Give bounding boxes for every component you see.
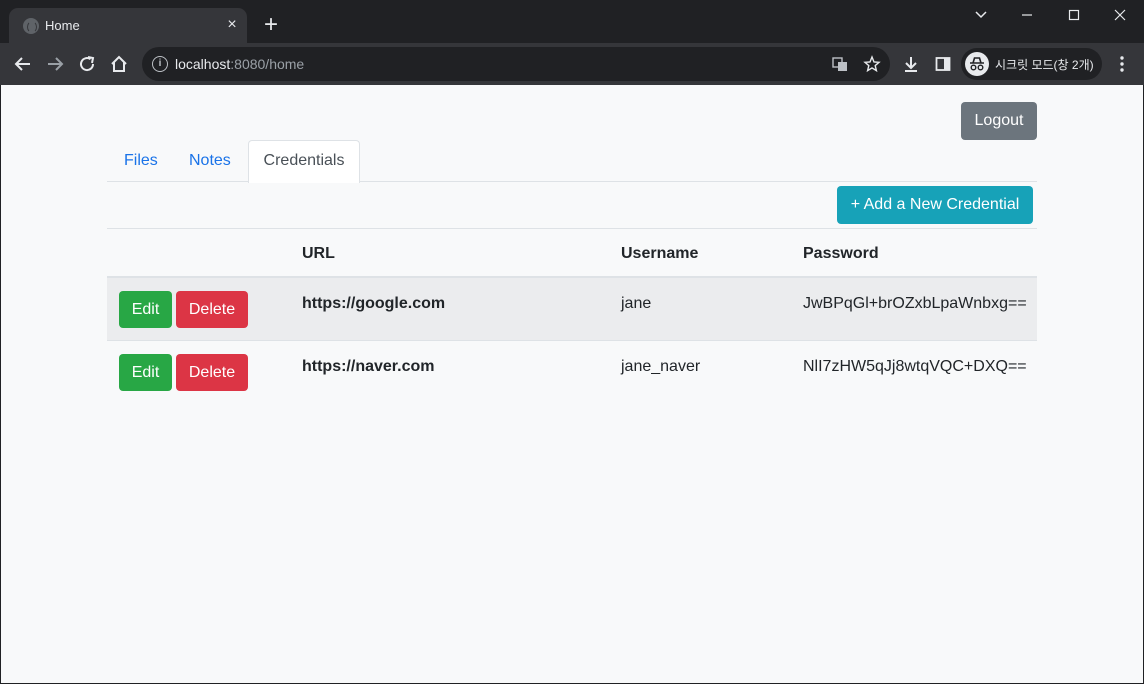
header-password: Password — [803, 245, 879, 262]
download-icon[interactable] — [897, 50, 925, 78]
bookmark-star-icon[interactable] — [863, 55, 881, 73]
page-content: Logout Files Notes Credentials + Add a N… — [1, 85, 1143, 683]
credential-password: NlI7zHW5qJj8wtqVQC+DXQ== — [803, 358, 1027, 375]
translate-icon[interactable] — [831, 55, 849, 73]
browser-toolbar: i localhost:8080/home 시크릿 모드(창 2개) — [0, 43, 1144, 85]
tab-files[interactable]: Files — [124, 140, 158, 182]
home-icon[interactable] — [105, 50, 133, 78]
delete-button[interactable]: Delete — [176, 354, 248, 391]
forward-arrow-icon[interactable] — [41, 50, 69, 78]
tab-title: Home — [45, 18, 80, 33]
table-row: Edit Delete https://google.com jane JwBP… — [107, 278, 1037, 341]
edit-button[interactable]: Edit — [119, 291, 172, 328]
side-panel-icon[interactable] — [929, 50, 957, 78]
table-row: Edit Delete https://naver.com jane_naver… — [107, 341, 1037, 404]
table-header: URL Username Password — [107, 228, 1037, 278]
close-window-icon[interactable] — [1097, 0, 1143, 32]
tab-credentials[interactable]: Credentials — [248, 140, 360, 183]
credential-username: jane_naver — [621, 358, 701, 375]
add-credential-button[interactable]: + Add a New Credential — [837, 186, 1033, 224]
incognito-icon — [965, 52, 989, 76]
browser-tab[interactable]: Home × — [9, 8, 247, 43]
credentials-table: URL Username Password Edit Delete https:… — [107, 228, 1037, 404]
url-text[interactable]: localhost:8080/home — [175, 56, 304, 72]
credential-username: jane — [621, 295, 652, 312]
nav-tabs: Files Notes Credentials — [107, 140, 1037, 183]
maximize-icon[interactable] — [1051, 0, 1097, 32]
logout-button[interactable]: Logout — [961, 102, 1037, 140]
header-url: URL — [302, 245, 335, 262]
url-host: localhost — [175, 56, 231, 72]
incognito-profile-chip[interactable]: 시크릿 모드(창 2개) — [961, 48, 1102, 80]
close-tab-icon[interactable]: × — [223, 16, 241, 34]
credential-url: https://naver.com — [302, 358, 435, 375]
back-arrow-icon[interactable] — [9, 50, 37, 78]
globe-icon — [23, 18, 39, 34]
more-menu-icon[interactable] — [1110, 51, 1134, 77]
delete-button[interactable]: Delete — [176, 291, 248, 328]
tab-search-icon[interactable] — [958, 0, 1004, 32]
tab-notes[interactable]: Notes — [189, 140, 231, 182]
url-path: :8080/home — [230, 56, 305, 72]
header-username: Username — [621, 245, 699, 262]
credential-url: https://google.com — [302, 295, 446, 312]
minimize-icon[interactable] — [1004, 0, 1050, 32]
credential-password: JwBPqGl+brOZxbLpaWnbxg== — [803, 295, 1027, 312]
site-info-icon[interactable]: i — [152, 56, 168, 72]
new-tab-button[interactable]: + — [258, 13, 284, 39]
reload-icon[interactable] — [73, 50, 101, 78]
address-bar[interactable]: i localhost:8080/home — [142, 47, 890, 81]
browser-tabstrip: Home × + — [0, 0, 1144, 43]
edit-button[interactable]: Edit — [119, 354, 172, 391]
profile-label: 시크릿 모드(창 2개) — [995, 58, 1094, 72]
